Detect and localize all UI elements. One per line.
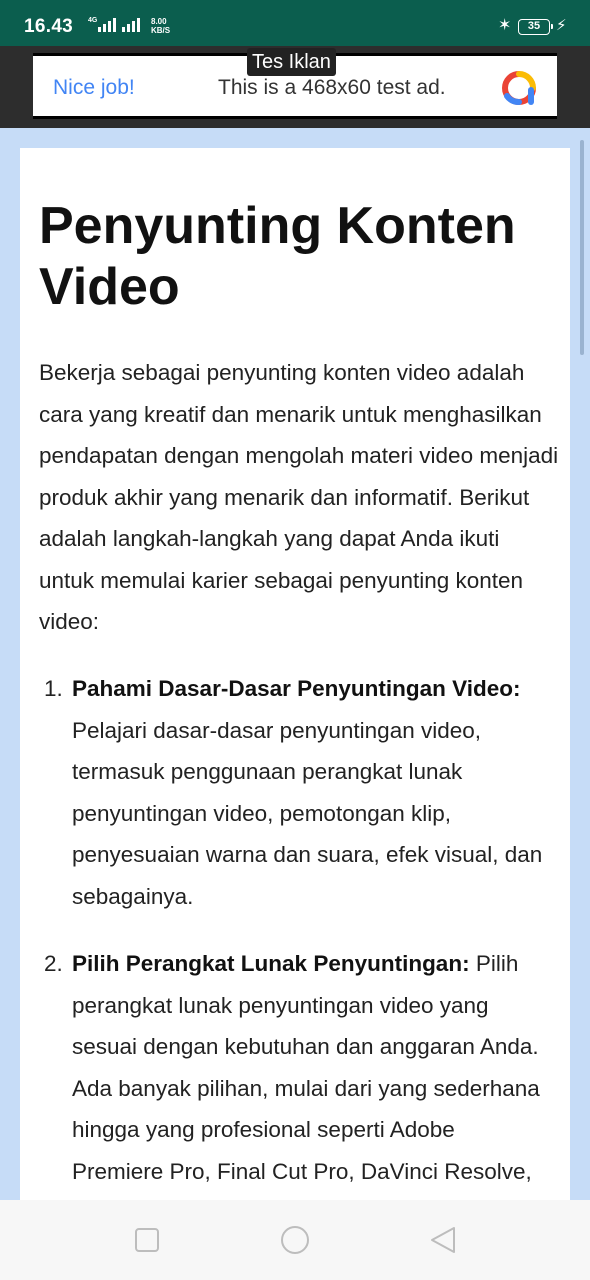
article-intro: Bekerja sebagai penyunting konten video … (39, 360, 559, 634)
status-bar: 16.43 4G 8.00 KB/S ✶ 35 ⚡ (0, 0, 590, 46)
recents-button[interactable] (131, 1224, 163, 1256)
article-title: Penyunting Konten Video (39, 197, 516, 316)
step-number: 2. (44, 951, 63, 976)
navigation-bar (0, 1200, 590, 1280)
battery-icon: 35 (518, 19, 553, 35)
square-icon (135, 1228, 159, 1252)
step-text: Pelajari dasar-dasar penyuntingan video,… (72, 717, 543, 909)
ad-label: Tes Iklan (247, 48, 336, 76)
ad-nice-text[interactable]: Nice job! (53, 76, 135, 100)
back-button[interactable] (427, 1224, 459, 1256)
step-text: Pilih perangkat lunak penyuntingan video… (72, 951, 540, 1225)
circle-icon (281, 1226, 309, 1254)
signal-2-icon (122, 18, 141, 32)
speed-unit: KB/S (151, 26, 171, 35)
charging-icon: ⚡ (556, 17, 567, 34)
step-heading: Pilih Perangkat Lunak Penyuntingan: (72, 951, 470, 976)
article-card: Penyunting Konten Video Bekerja sebagai … (20, 148, 570, 1238)
scrollbar[interactable] (580, 140, 584, 355)
network-type: 4G (88, 17, 98, 24)
step-heading: Pahami Dasar-Dasar Penyuntingan Video: (72, 676, 521, 701)
list-item: 2. Pilih Perangkat Lunak Penyuntingan: P… (44, 943, 552, 1234)
bluetooth-icon: ✶ (498, 17, 512, 34)
signal-icon (98, 18, 117, 32)
step-number: 1. (44, 676, 63, 701)
status-time: 16.43 (24, 16, 74, 37)
triangle-back-icon (431, 1227, 455, 1253)
network-speed: 8.00 KB/S (151, 17, 170, 35)
battery-level: 35 (527, 20, 541, 32)
home-button[interactable] (279, 1224, 311, 1256)
speed-value: 8.00 (151, 17, 167, 26)
steps-list: 1. Pahami Dasar-Dasar Penyuntingan Video… (44, 668, 552, 1238)
list-item: 1. Pahami Dasar-Dasar Penyuntingan Video… (44, 668, 552, 917)
ad-logo-icon[interactable] (499, 68, 539, 108)
ad-bar: Nice job! This is a 468x60 test ad. Tes … (0, 46, 590, 128)
ad-description[interactable]: This is a 468x60 test ad. (218, 76, 446, 100)
network-indicator: 4G (88, 17, 146, 32)
